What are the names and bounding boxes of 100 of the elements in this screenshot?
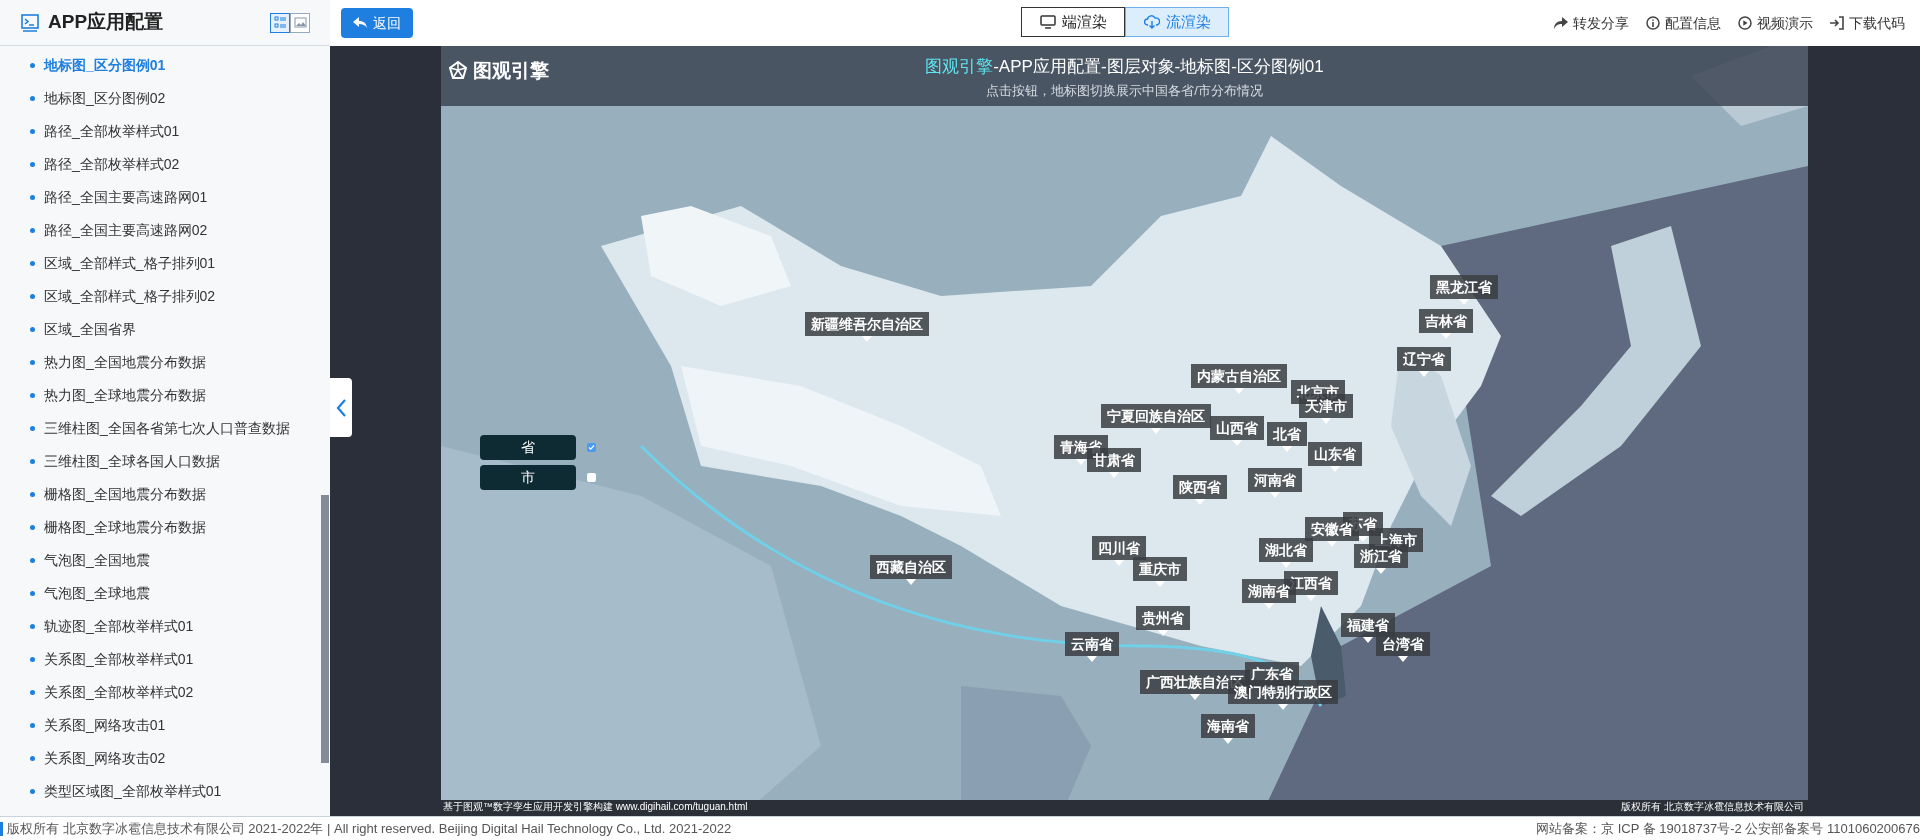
sidebar-item[interactable]: 栅格图_全球地震分布数据 — [44, 517, 206, 538]
sidebar-item[interactable]: 类型区域图_全部枚举样式01 — [44, 781, 222, 802]
scene-title: 图观引擎-APP应用配置-图层对象-地标图-区分图例01 — [925, 56, 1324, 78]
map-label: 贵州省 — [1136, 606, 1190, 630]
pin-marker-icon — [1114, 560, 1124, 566]
map-label: 四川省 — [1092, 536, 1146, 560]
pin-marker-icon — [1282, 446, 1292, 452]
map-label: 浙江省 — [1354, 544, 1408, 568]
scene-footer-text: 基于图观™数字孪生应用开发引擎构建 www.digihail.com/tuguan.html — [443, 800, 748, 814]
pin-marker-icon — [1155, 581, 1165, 587]
map-label: 北省 — [1267, 422, 1307, 446]
map-label: 福建省 — [1341, 613, 1395, 637]
engine-logo: 图观引擎 — [473, 59, 549, 83]
map-label: 湖北省 — [1259, 538, 1313, 562]
sign-in-icon — [1829, 16, 1845, 30]
pin-marker-icon — [1330, 466, 1340, 472]
layer-button[interactable]: 省 — [480, 435, 576, 460]
sidebar-item[interactable]: 三维柱图_全球各国人口数据 — [44, 451, 220, 472]
sidebar-item[interactable]: 栅格图_全国地震分布数据 — [44, 484, 206, 505]
sidebar-item[interactable]: 关系图_全部枚举样式01 — [44, 649, 194, 670]
map-label: 宁夏回族自治区 — [1101, 404, 1211, 428]
pin-marker-icon — [1264, 603, 1274, 609]
info-icon — [1645, 16, 1661, 30]
collapse-tab[interactable] — [330, 378, 352, 437]
map-label: 台湾省 — [1376, 632, 1430, 656]
sidebar-item[interactable]: 路径_全部枚举样式01 — [44, 121, 180, 142]
toolbar-link[interactable]: 转发分享 — [1553, 12, 1629, 34]
pin-marker-icon — [1223, 738, 1233, 744]
sidebar-item[interactable]: 地标图_区分图例01 — [44, 55, 166, 76]
map-label: 天津市 — [1299, 394, 1353, 418]
sidebar-item[interactable]: 关系图_全部枚举样式02 — [44, 682, 194, 703]
checkbox[interactable] — [587, 473, 596, 482]
pin-marker-icon — [1306, 595, 1316, 601]
render-mode-tab[interactable]: 流渲染 — [1125, 7, 1229, 37]
pin-marker-icon — [906, 579, 916, 585]
sidebar-item[interactable]: 区域_全国省界 — [44, 319, 136, 340]
sidebar-item[interactable]: 关系图_网络攻击02 — [44, 748, 166, 769]
map-label: 辽宁省 — [1397, 347, 1451, 371]
pin-marker-icon — [1151, 428, 1161, 434]
pin-marker-icon — [1398, 656, 1408, 662]
pin-marker-icon — [1190, 694, 1200, 700]
terminal-icon — [20, 12, 40, 33]
sidebar-item[interactable]: 热力图_全国地震分布数据 — [44, 352, 206, 373]
toolbar-link[interactable]: 配置信息 — [1645, 12, 1721, 34]
scrollbar[interactable] — [321, 495, 329, 763]
pin-marker-icon — [1195, 499, 1205, 505]
sidebar-title: APP应用配置 — [48, 10, 164, 35]
pin-marker-icon — [1327, 541, 1337, 547]
share-icon — [1553, 16, 1569, 30]
map-label: 黑龙江省 — [1430, 275, 1498, 299]
map-label: 内蒙古自治区 — [1191, 364, 1287, 388]
map-label: 陕西省 — [1173, 475, 1227, 499]
sidebar-item[interactable]: 路径_全国主要高速路网02 — [44, 220, 208, 241]
map-label: 河南省 — [1248, 468, 1302, 492]
back-button[interactable]: 返回 — [341, 8, 413, 38]
map-label: 重庆市 — [1133, 557, 1187, 581]
toolbar-link[interactable]: 视频演示 — [1737, 12, 1813, 34]
map-label: 海南省 — [1201, 714, 1255, 738]
pin-marker-icon — [1234, 388, 1244, 394]
sidebar-item[interactable]: 热力图_全球地震分布数据 — [44, 385, 206, 406]
pin-marker-icon — [1232, 440, 1242, 446]
map-label: 甘肃省 — [1087, 448, 1141, 472]
scene-copyright: 版权所有 北京数字冰雹信息技术有限公司 — [1621, 800, 1804, 814]
pin-marker-icon — [1109, 472, 1119, 478]
list-icon — [273, 16, 287, 29]
pin-marker-icon — [1321, 418, 1331, 424]
sidebar-item[interactable]: 气泡图_全球地震 — [44, 583, 150, 604]
copyright-text: 版权所有 北京数字冰雹信息技术有限公司 2021-2022年 | All right reserved. Beijing Digital Hail Technology Co., Ltd. 2021-2022 — [7, 819, 732, 838]
sidebar-item[interactable]: 路径_全部枚举样式02 — [44, 154, 180, 175]
toolbar-link[interactable]: 下载代码 — [1829, 12, 1905, 34]
sidebar-item[interactable]: 气泡图_全国地震 — [44, 550, 150, 571]
monitor-icon — [1039, 15, 1056, 29]
pin-marker-icon — [1376, 568, 1386, 574]
cloud-download-icon — [1143, 15, 1160, 29]
sidebar-item[interactable]: 三维柱图_全国各省第七次人口普查数据 — [44, 418, 290, 439]
map-label: 西藏自治区 — [870, 555, 952, 579]
map-label: 云南省 — [1065, 632, 1119, 656]
sidebar-item[interactable]: 轨迹图_全部枚举样式01 — [44, 616, 194, 637]
sidebar-item[interactable]: 区域_全部样式_格子排列01 — [44, 253, 216, 274]
pin-marker-icon — [1278, 704, 1288, 710]
image-icon — [293, 16, 307, 29]
play-icon — [1737, 16, 1753, 30]
map-label: 山西省 — [1210, 416, 1264, 440]
pin-marker-icon — [1158, 630, 1168, 636]
map-label: 吉林省 — [1419, 309, 1473, 333]
checkbox[interactable] — [587, 443, 596, 452]
sidebar-item[interactable]: 路径_全国主要高速路网01 — [44, 187, 208, 208]
pin-marker-icon — [862, 336, 872, 342]
sidebar-item[interactable]: 地标图_区分图例02 — [44, 88, 166, 109]
layer-button[interactable]: 市 — [480, 465, 576, 490]
map-label: 山东省 — [1308, 442, 1362, 466]
pin-marker-icon — [1419, 371, 1429, 377]
view-toggle[interactable] — [270, 12, 290, 33]
sidebar-item[interactable]: 关系图_网络攻击01 — [44, 715, 166, 736]
sidebar-item[interactable]: 区域_全部样式_格子排列02 — [44, 286, 216, 307]
render-mode-tab[interactable]: 端渲染 — [1021, 7, 1125, 37]
view-toggle[interactable] — [290, 12, 310, 33]
back-arrow-icon — [353, 17, 367, 29]
map-label: 湖南省 — [1242, 579, 1296, 603]
map-label: 新疆维吾尔自治区 — [805, 312, 929, 336]
